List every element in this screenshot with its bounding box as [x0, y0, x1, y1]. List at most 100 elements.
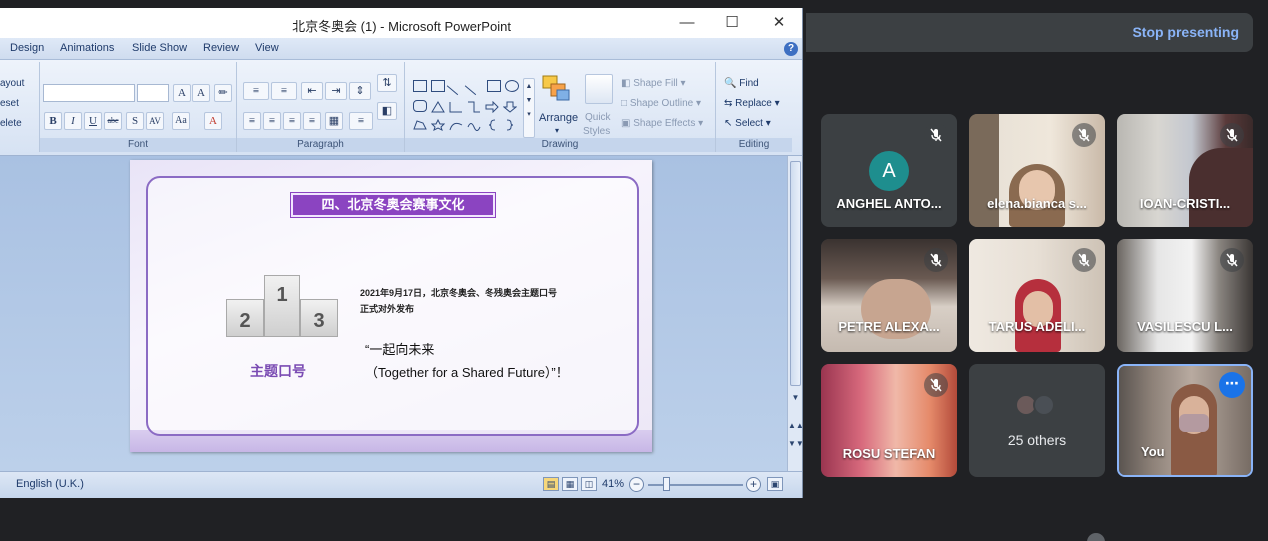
participant-tile[interactable]: ROSU STEFAN — [821, 364, 957, 477]
tab-slide-show[interactable]: Slide Show — [132, 42, 187, 54]
char-spacing-icon[interactable]: AV — [146, 112, 164, 130]
wave-shape-icon[interactable] — [467, 118, 481, 131]
others-tile[interactable]: 25 others — [969, 364, 1105, 477]
change-case-icon[interactable]: Aa — [172, 112, 190, 130]
next-slide-icon[interactable]: ▼▼ — [788, 439, 802, 451]
curve-shape-icon[interactable] — [449, 118, 463, 131]
picture-shape-icon[interactable] — [431, 80, 445, 92]
strikethrough-icon[interactable]: abc — [104, 112, 122, 130]
shadow-icon[interactable]: S — [126, 112, 144, 130]
close-button[interactable]: ✕ — [765, 12, 793, 34]
freeform-shape-icon[interactable] — [413, 118, 427, 130]
scrollbar-thumb[interactable] — [790, 161, 801, 386]
participant-tile[interactable]: elena.bianca s... — [969, 114, 1105, 227]
participant-tile[interactable]: IOAN-CRISTI... — [1117, 114, 1253, 227]
participant-tile[interactable]: PETRE ALEXA... — [821, 239, 957, 352]
select-button[interactable]: ↖ Select ▾ — [724, 118, 771, 129]
arrange-button[interactable]: Arrange — [539, 112, 578, 124]
rounded-rect-shape-icon[interactable] — [413, 100, 427, 112]
tab-animations[interactable]: Animations — [60, 42, 114, 54]
left-brace-shape-icon[interactable] — [485, 118, 499, 131]
italic-icon[interactable]: I — [64, 112, 82, 130]
vertical-scrollbar[interactable]: ▼ ▲▲ ▼▼ — [787, 156, 802, 471]
right-brace-shape-icon[interactable] — [503, 118, 517, 131]
minimize-button[interactable]: — — [673, 12, 701, 34]
shapes-more-icon[interactable]: ▲ ▼ ▾ — [523, 78, 535, 138]
slide-canvas[interactable]: 四、北京冬奥会赛事文化 1 2 3 主题口号 2021年9月17日，北京冬奥会、… — [130, 160, 652, 452]
shape-effects-button[interactable]: ▣ Shape Effects ▾ — [621, 118, 703, 129]
podium-third: 3 — [300, 299, 338, 337]
scroll-down-icon[interactable]: ▼ — [788, 393, 802, 405]
podium-first: 1 — [264, 275, 300, 337]
underline-icon[interactable]: U — [84, 112, 102, 130]
language-indicator[interactable]: English (U.K.) — [16, 478, 84, 490]
reset-button[interactable]: eset — [0, 98, 19, 109]
slide-show-icon[interactable]: ◫ — [581, 477, 597, 491]
arrange-icon[interactable] — [541, 74, 571, 102]
connector-shape-icon[interactable] — [449, 100, 463, 113]
line-spacing-icon[interactable]: ⇕ — [349, 82, 371, 100]
smartart-icon[interactable]: ◧ — [377, 102, 397, 120]
triangle-shape-icon[interactable] — [431, 100, 445, 113]
maximize-button[interactable]: ☐ — [718, 12, 746, 34]
stop-presenting-button[interactable]: Stop presenting — [1132, 24, 1239, 40]
bottom-control-icon[interactable] — [1087, 533, 1105, 541]
participant-tile[interactable]: A ANGHEL ANTO... — [821, 114, 957, 227]
normal-view-icon[interactable]: ▤ — [543, 477, 559, 491]
zoom-in-icon[interactable]: + — [746, 477, 761, 492]
text-direction-icon[interactable]: ⇅ — [377, 74, 397, 92]
columns-icon[interactable]: ▦ — [325, 112, 343, 130]
mic-off-icon — [1220, 123, 1244, 147]
avatar: A — [869, 151, 909, 191]
layout-button[interactable]: ayout — [0, 78, 24, 89]
increase-indent-icon[interactable]: ⇥ — [325, 82, 347, 100]
tab-view[interactable]: View — [255, 42, 279, 54]
shape-fill-button[interactable]: ◧ Shape Fill ▾ — [621, 78, 686, 89]
down-arrow-shape-icon[interactable] — [502, 100, 518, 113]
replace-button[interactable]: ⇆ Replace ▾ — [724, 98, 780, 109]
align-right-icon[interactable]: ≡ — [283, 112, 301, 130]
justify-icon[interactable]: ≡ — [303, 112, 321, 130]
align-text-icon[interactable]: ≡ — [349, 112, 373, 130]
font-name-combo[interactable] — [43, 84, 135, 102]
bullets-icon[interactable]: ≡ — [243, 82, 269, 100]
zoom-slider-thumb[interactable] — [663, 477, 670, 491]
find-button[interactable]: 🔍 Find — [724, 78, 759, 89]
grow-font-icon[interactable]: A — [173, 84, 191, 102]
tab-design[interactable]: Design — [10, 42, 44, 54]
previous-slide-icon[interactable]: ▲▲ — [788, 421, 802, 433]
shape-outline-button[interactable]: □ Shape Outline ▾ — [621, 98, 701, 109]
font-size-combo[interactable] — [137, 84, 169, 102]
line-shape-icon[interactable] — [446, 76, 466, 96]
elbow-shape-icon[interactable] — [467, 100, 481, 113]
arrow-shape-icon[interactable] — [464, 76, 484, 96]
align-center-icon[interactable]: ≡ — [263, 112, 281, 130]
quick-styles-icon[interactable] — [585, 74, 613, 104]
participant-tile[interactable]: TARUS ADELI... — [969, 239, 1105, 352]
quick-styles-label[interactable]: Quick — [585, 112, 611, 123]
oval-shape-icon[interactable] — [505, 80, 519, 92]
font-color-icon[interactable]: A — [204, 112, 222, 130]
help-icon[interactable]: ? — [784, 42, 798, 56]
delete-button[interactable]: elete — [0, 118, 22, 129]
shrink-font-icon[interactable]: A — [192, 84, 210, 102]
numbering-icon[interactable]: ≡ — [271, 82, 297, 100]
clear-format-icon[interactable]: ✏ — [214, 84, 232, 102]
textbox-shape-icon[interactable] — [413, 80, 427, 92]
star-shape-icon[interactable] — [430, 118, 446, 131]
right-arrow-shape-icon[interactable] — [485, 100, 499, 114]
drawing-group: ▲ ▼ ▾ Arrange ▾ Quick Styles ◧ Shape Fill … — [405, 62, 716, 152]
tab-review[interactable]: Review — [203, 42, 239, 54]
align-left-icon[interactable]: ≡ — [243, 112, 261, 130]
bold-icon[interactable]: B — [44, 112, 62, 130]
participant-tile[interactable]: VASILESCU L... — [1117, 239, 1253, 352]
zoom-out-icon[interactable]: − — [629, 477, 644, 492]
others-count: 25 others — [1007, 432, 1067, 448]
slide-sorter-icon[interactable]: ▦ — [562, 477, 578, 491]
styles-label[interactable]: Styles — [583, 126, 610, 137]
decrease-indent-icon[interactable]: ⇤ — [301, 82, 323, 100]
self-tile[interactable]: ⋯ You — [1117, 364, 1253, 477]
fit-to-window-icon[interactable]: ▣ — [767, 477, 783, 491]
rectangle-shape-icon[interactable] — [487, 80, 501, 92]
more-options-icon[interactable]: ⋯ — [1219, 372, 1245, 398]
